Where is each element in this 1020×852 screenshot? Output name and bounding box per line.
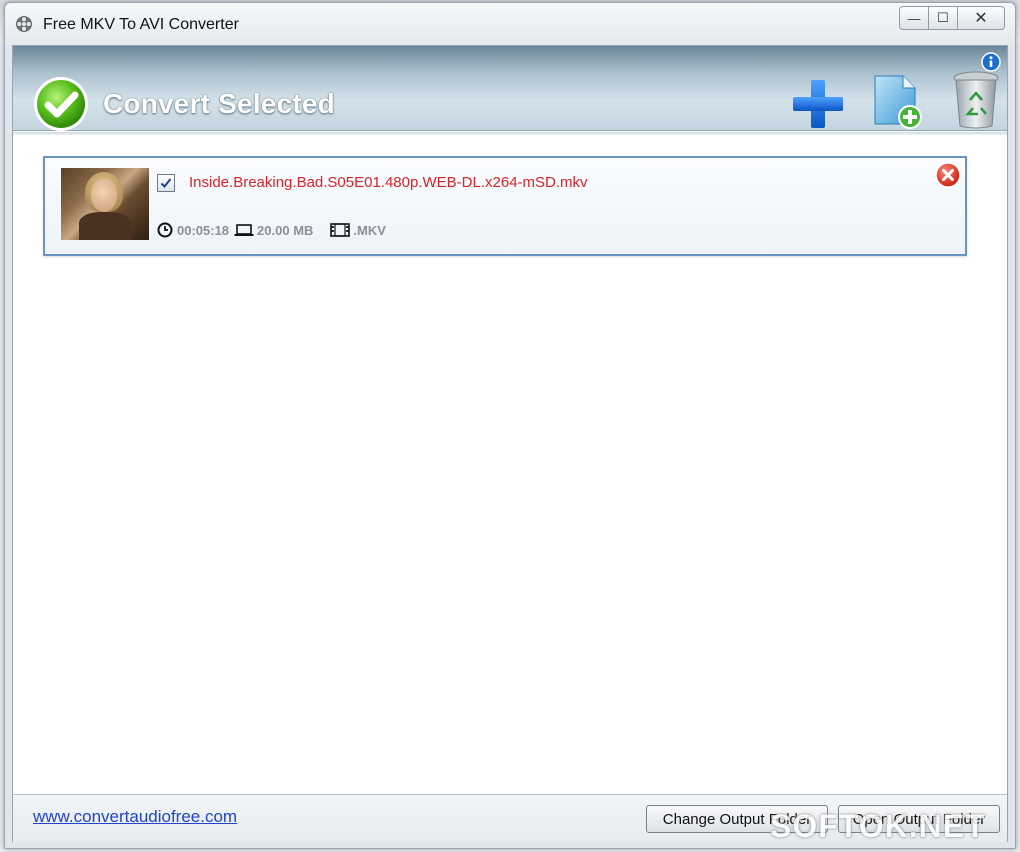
close-icon: ✕: [974, 10, 988, 27]
info-icon[interactable]: [981, 52, 1001, 72]
app-window: Free MKV To AVI Converter — ☐ ✕ Convert …: [4, 2, 1016, 849]
add-file-icon[interactable]: [871, 72, 925, 130]
file-name: Inside.Breaking.Bad.S05E01.480p.WEB-DL.x…: [189, 174, 588, 191]
clock-icon: [157, 222, 173, 238]
maximize-button[interactable]: ☐: [929, 6, 958, 30]
trash-icon[interactable]: [951, 70, 1001, 130]
file-duration: 00:05:18: [177, 222, 230, 238]
list-item[interactable]: Inside.Breaking.Bad.S05E01.480p.WEB-DL.x…: [43, 156, 967, 256]
title-bar[interactable]: Free MKV To AVI Converter — ☐ ✕: [5, 3, 1015, 45]
toolbar-separator: [13, 132, 1007, 135]
remove-file-icon[interactable]: [935, 162, 961, 188]
film-icon: [330, 223, 351, 237]
check-circle-icon[interactable]: [32, 75, 90, 133]
file-list: Inside.Breaking.Bad.S05E01.480p.WEB-DL.x…: [13, 136, 1007, 794]
maximize-icon: ☐: [937, 10, 949, 25]
plus-icon[interactable]: [789, 78, 847, 130]
website-link[interactable]: www.convertaudiofree.com: [33, 807, 237, 827]
checkmark-icon: [160, 178, 172, 188]
window-title: Free MKV To AVI Converter: [43, 16, 239, 33]
convert-selected-button[interactable]: Convert Selected: [103, 88, 335, 120]
watermark: SOFTOK.NET: [770, 808, 986, 844]
film-reel-icon: [15, 15, 33, 33]
file-format: .MKV: [353, 222, 386, 238]
laptop-icon: [234, 224, 254, 236]
video-thumbnail: [61, 168, 149, 240]
close-button[interactable]: ✕: [958, 6, 1005, 30]
file-checkbox[interactable]: [157, 174, 175, 192]
minimize-icon: —: [907, 10, 921, 26]
client-area: Convert Selected Inside.Breaking.Bad.S05…: [12, 45, 1008, 842]
toolbar: Convert Selected: [13, 46, 1007, 131]
minimize-button[interactable]: —: [899, 6, 929, 30]
file-size: 20.00 MB: [257, 222, 314, 238]
thumbnail-body: [79, 212, 131, 240]
window-controls: — ☐ ✕: [899, 6, 1005, 30]
file-meta: 00:05:18 20.00 MB .MKV: [157, 222, 386, 238]
thumbnail-face: [91, 178, 117, 212]
